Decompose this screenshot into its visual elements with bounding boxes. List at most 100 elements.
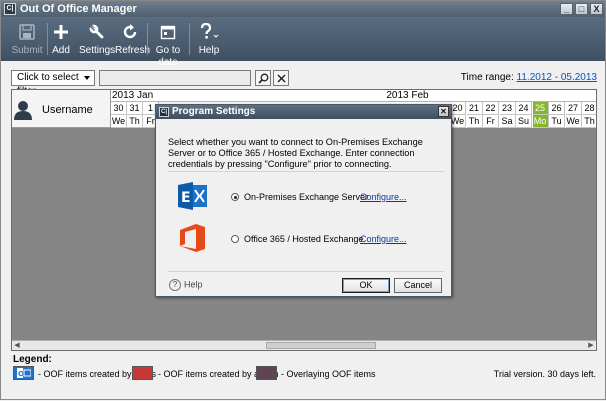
outlook-icon: O: [16, 368, 31, 378]
filter-bar: Click to select filter Time range: 11.20…: [1, 61, 605, 97]
dialog-close-button[interactable]: ✕: [438, 106, 449, 117]
scrollbar-thumb[interactable]: [266, 342, 376, 349]
exchange-logo-icon: E: [178, 182, 207, 210]
option-office365: Office 365 / Hosted Exchange Configure..…: [170, 223, 442, 259]
day-number: 21: [466, 102, 483, 115]
dialog-help-link[interactable]: ? Help: [169, 279, 203, 291]
floppy-icon: [19, 24, 35, 40]
scroll-right-icon[interactable]: ▶: [586, 341, 596, 350]
weekday-label: We: [111, 115, 127, 128]
toolbar-separator: [47, 23, 48, 55]
configure-office365-link[interactable]: Configure...: [360, 234, 407, 244]
app-icon: C|: [4, 3, 16, 15]
month-label: 2013 Feb: [157, 90, 596, 102]
weekday-label: Su: [516, 115, 532, 128]
weekday-label: Th: [127, 115, 143, 128]
day-number: 28: [582, 102, 596, 115]
weekday-label: Th: [582, 115, 596, 128]
help-label: Help: [198, 45, 220, 56]
legend-swatch-admin: [132, 366, 153, 380]
add-label: Add: [52, 45, 70, 56]
svg-text:O: O: [18, 370, 24, 378]
search-input[interactable]: [99, 70, 251, 86]
add-button[interactable]: Add: [49, 19, 73, 59]
username-column-header[interactable]: Username: [12, 90, 111, 128]
day-number: 23: [499, 102, 516, 115]
day-number: 24: [516, 102, 532, 115]
wrench-icon: [89, 24, 104, 39]
time-range-label: Time range:: [460, 72, 514, 83]
go-to-date-button[interactable]: Go to date: [150, 19, 186, 68]
radio-on-premises[interactable]: [231, 193, 239, 201]
dialog-title: Program Settings: [172, 106, 256, 117]
minimize-button[interactable]: _: [560, 3, 573, 15]
search-button[interactable]: [255, 70, 271, 86]
username-header-label: Username: [42, 104, 93, 116]
day-number: 27: [565, 102, 582, 115]
legend-swatch-overlay: [256, 366, 277, 380]
weekday-label: Tu: [549, 115, 565, 128]
filter-select[interactable]: Click to select filter: [11, 70, 95, 97]
day-number: 31: [127, 102, 143, 115]
settings-button[interactable]: Settings: [79, 19, 116, 59]
calendar-icon: [160, 25, 176, 40]
help-button[interactable]: Help: [195, 19, 223, 59]
chevron-down-icon: [84, 76, 90, 80]
option-label-office365[interactable]: Office 365 / Hosted Exchange: [244, 234, 363, 244]
legend-label-overlay: - Overlaying OOF items: [281, 369, 376, 379]
day-number: 30: [111, 102, 127, 115]
weekday-label: Th: [466, 115, 483, 128]
time-range-link[interactable]: 11.2012 - 05.2013: [517, 72, 597, 83]
toolbar-separator: [147, 23, 148, 55]
office-logo-icon: [180, 224, 205, 252]
search-icon: [257, 73, 268, 84]
scroll-left-icon[interactable]: ◀: [12, 341, 22, 350]
refresh-label: Refresh: [115, 45, 151, 56]
weekday-label: Sa: [499, 115, 516, 128]
trial-notice: Trial version. 30 days left.: [493, 369, 596, 379]
weekday-label: We: [565, 115, 582, 128]
settings-label: Settings: [79, 45, 116, 56]
title-bar: C| Out Of Office Manager _ □ X: [1, 1, 605, 17]
legend-swatch-users: O: [13, 366, 34, 380]
dialog-title-bar: C| Program Settings ✕: [156, 105, 451, 119]
refresh-button[interactable]: Refresh: [115, 19, 151, 59]
refresh-icon: [123, 24, 137, 39]
divider: [168, 171, 444, 172]
program-settings-dialog: C| Program Settings ✕ Select whether you…: [155, 104, 452, 297]
toolbar: Submit Add Settings Refresh Go to date H…: [1, 17, 605, 68]
option-on-premises: E On-Premises Exchange Server Configure.…: [170, 181, 442, 217]
legend: Legend: O - OOF items created by users -…: [1, 353, 605, 401]
dialog-description: Select whether you want to connect to On…: [168, 137, 423, 169]
option-label-on-premises[interactable]: On-Premises Exchange Server: [244, 192, 368, 202]
close-button[interactable]: X: [590, 3, 603, 15]
dialog-app-icon: C|: [159, 107, 169, 117]
weekday-label: Fr: [483, 115, 499, 128]
weekday-label-today: Mo: [532, 115, 549, 128]
clear-search-button[interactable]: [273, 70, 289, 86]
cancel-button[interactable]: Cancel: [394, 278, 442, 293]
day-number: 26: [549, 102, 565, 115]
window-title: Out Of Office Manager: [20, 3, 137, 15]
legend-title: Legend:: [13, 354, 52, 365]
svg-text:E: E: [181, 190, 191, 206]
ok-button[interactable]: OK: [342, 278, 390, 293]
app-window: C| Out Of Office Manager _ □ X Submit Ad…: [0, 0, 606, 400]
toolbar-separator: [189, 23, 190, 55]
submit-label: Submit: [11, 45, 43, 56]
month-label: 2013 Jan: [111, 90, 157, 102]
configure-on-premises-link[interactable]: Configure...: [360, 192, 407, 202]
day-number-today: 25: [532, 102, 549, 115]
help-icon: ?: [169, 279, 181, 291]
day-number: 22: [483, 102, 499, 115]
maximize-button[interactable]: □: [575, 3, 588, 15]
horizontal-scrollbar[interactable]: ◀ ▶: [12, 340, 596, 350]
dialog-help-label: Help: [184, 279, 203, 290]
day-number: 20: [450, 102, 466, 115]
close-icon: [277, 74, 285, 82]
question-icon: [200, 23, 219, 39]
time-range: Time range: 11.2012 - 05.2013: [461, 72, 597, 83]
plus-icon: [54, 25, 68, 39]
submit-button[interactable]: Submit: [9, 19, 45, 59]
radio-office365[interactable]: [231, 235, 239, 243]
